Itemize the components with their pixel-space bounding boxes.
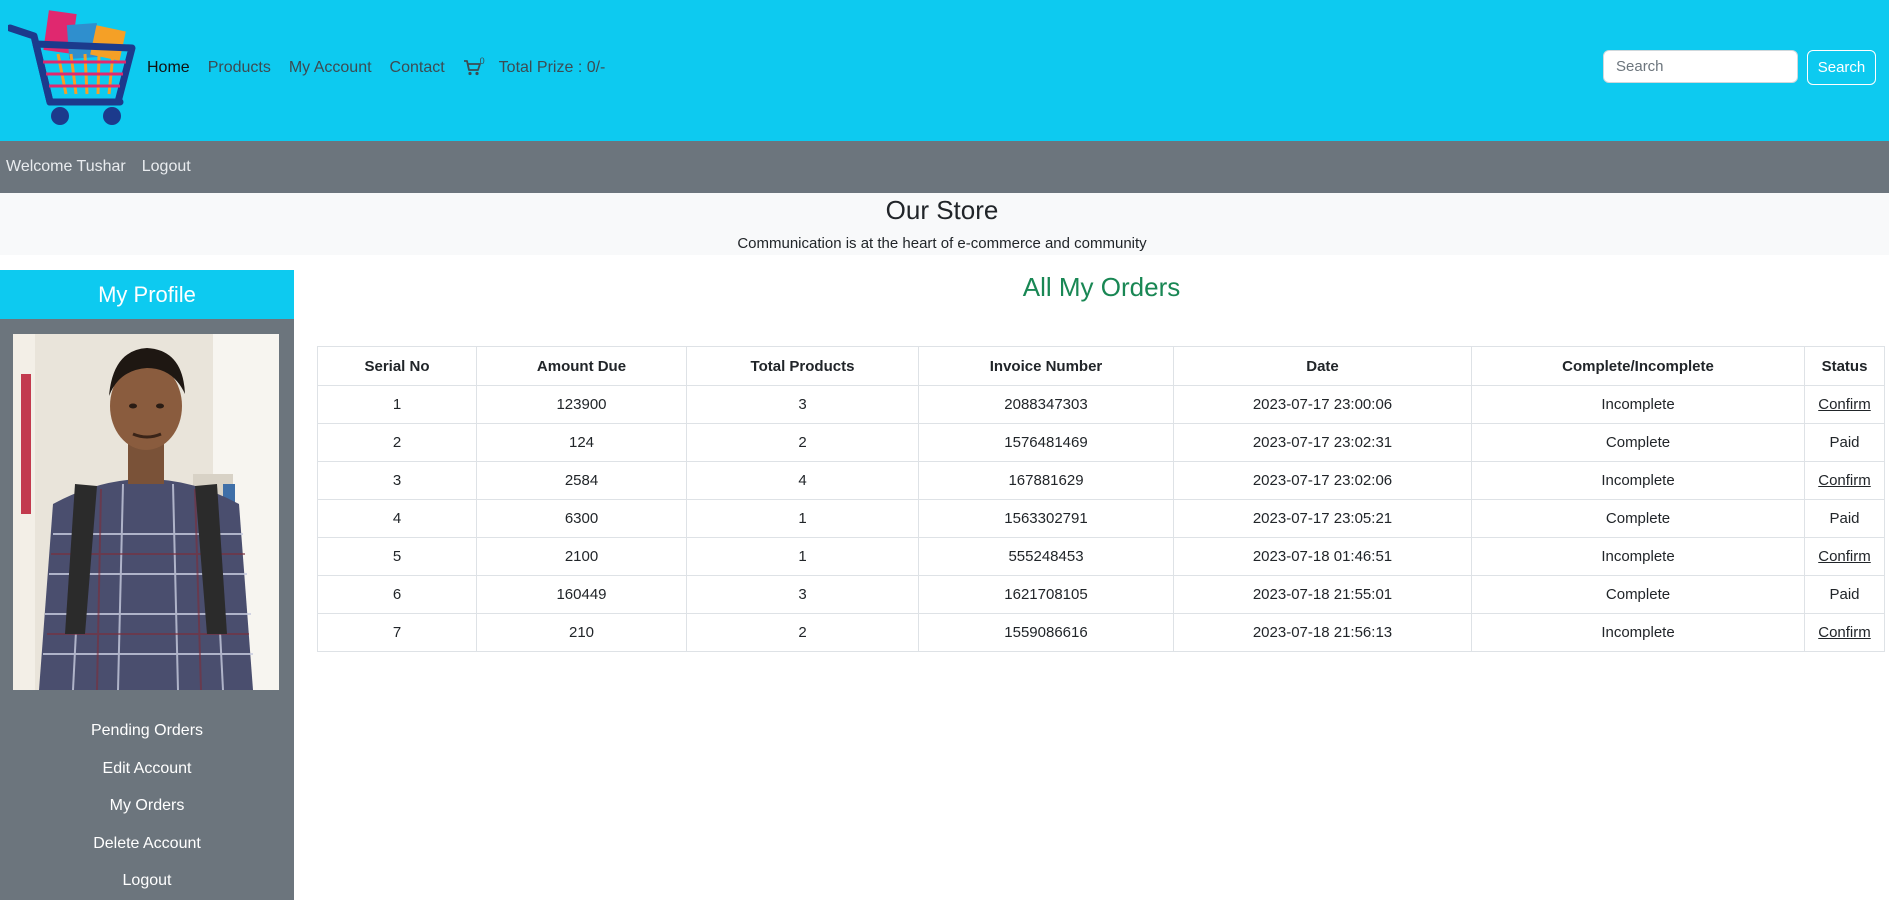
cell-serial: 6 [317, 575, 477, 614]
cell-completion: Incomplete [1471, 537, 1805, 576]
cell-serial: 5 [317, 537, 477, 576]
cell-amount: 2584 [476, 461, 687, 500]
header-date: Date [1173, 346, 1472, 386]
cell-completion: Incomplete [1471, 613, 1805, 652]
header-status: Status [1804, 346, 1885, 386]
table-row: 5 2100 1 555248453 2023-07-18 01:46:51 I… [317, 537, 1885, 576]
table-row: 6 160449 3 1621708105 2023-07-18 21:55:0… [317, 575, 1885, 614]
store-title: Our Store [885, 195, 999, 225]
table-header-row: Serial No Amount Due Total Products Invo… [317, 346, 1885, 386]
cell-invoice: 555248453 [918, 537, 1174, 576]
cell-date: 2023-07-17 23:02:31 [1173, 423, 1472, 462]
search-button[interactable]: Search [1807, 50, 1876, 85]
orders-table: Serial No Amount Due Total Products Invo… [317, 346, 1885, 652]
sidebar-edit-account[interactable]: Edit Account [0, 750, 294, 788]
nav-home-link[interactable]: Home [147, 59, 190, 77]
sidebar-my-orders[interactable]: My Orders [0, 787, 294, 825]
welcome-text: Welcome Tushar [6, 158, 126, 175]
cell-products: 3 [686, 385, 919, 424]
cell-invoice: 167881629 [918, 461, 1174, 500]
confirm-link[interactable]: Confirm [1818, 472, 1871, 489]
confirm-link[interactable]: Confirm [1818, 624, 1871, 641]
nav-contact-link[interactable]: Contact [390, 59, 445, 77]
user-bar: Welcome Tushar Logout [0, 141, 1889, 193]
cell-products: 3 [686, 575, 919, 614]
cell-status: Paid [1804, 499, 1885, 538]
main-nav: Home Products My Account Contact 0 Total… [147, 56, 606, 79]
cell-completion: Complete [1471, 423, 1805, 462]
table-row: 4 6300 1 1563302791 2023-07-17 23:05:21 … [317, 499, 1885, 538]
store-header: Our Store Communication is at the heart … [0, 193, 1889, 255]
cell-completion: Incomplete [1471, 461, 1805, 500]
cell-amount: 124 [476, 423, 687, 462]
cell-status: Paid [1804, 423, 1885, 462]
cell-invoice: 1559086616 [918, 613, 1174, 652]
table-row: 3 2584 4 167881629 2023-07-17 23:02:06 I… [317, 461, 1885, 500]
cell-status: Confirm [1804, 537, 1885, 576]
orders-title: All My Orders [1022, 272, 1181, 302]
cell-serial: 4 [317, 499, 477, 538]
cell-date: 2023-07-18 21:55:01 [1173, 575, 1472, 614]
nav-my-account-link[interactable]: My Account [289, 59, 372, 77]
cell-status: Confirm [1804, 613, 1885, 652]
sidebar-logout[interactable]: Logout [0, 862, 294, 900]
cell-date: 2023-07-18 21:56:13 [1173, 613, 1472, 652]
cell-serial: 2 [317, 423, 477, 462]
cell-status: Paid [1804, 575, 1885, 614]
cell-products: 2 [686, 423, 919, 462]
cell-completion: Complete [1471, 499, 1805, 538]
header-total-products: Total Products [686, 346, 919, 386]
sidebar-pending-orders[interactable]: Pending Orders [0, 712, 294, 750]
store-tagline: Communication is at the heart of e-comme… [737, 235, 1147, 252]
sidebar-links: Pending Orders Edit Account My Orders De… [0, 712, 294, 900]
search-input[interactable] [1603, 50, 1798, 83]
confirm-link[interactable]: Confirm [1818, 548, 1871, 565]
cart-count: 0 [479, 56, 485, 66]
cell-serial: 1 [317, 385, 477, 424]
logout-link[interactable]: Logout [142, 158, 191, 176]
cell-amount: 123900 [476, 385, 687, 424]
cell-invoice: 1576481469 [918, 423, 1174, 462]
table-row: 1 123900 3 2088347303 2023-07-17 23:00:0… [317, 385, 1885, 424]
cell-amount: 160449 [476, 575, 687, 614]
sidebar-delete-account[interactable]: Delete Account [0, 825, 294, 863]
total-prize: Total Prize : 0/- [498, 59, 606, 76]
cell-serial: 7 [317, 613, 477, 652]
cell-completion: Incomplete [1471, 385, 1805, 424]
cell-date: 2023-07-17 23:02:06 [1173, 461, 1472, 500]
cart-link[interactable]: 0 [463, 56, 485, 76]
profile-photo [13, 334, 279, 690]
header-invoice-number: Invoice Number [918, 346, 1174, 386]
cell-invoice: 1621708105 [918, 575, 1174, 614]
cell-amount: 2100 [476, 537, 687, 576]
confirm-link[interactable]: Confirm [1818, 396, 1871, 413]
table-row: 2 124 2 1576481469 2023-07-17 23:02:31 C… [317, 423, 1885, 462]
sidebar-title: My Profile [0, 270, 294, 319]
top-navbar: Home Products My Account Contact 0 Total… [0, 0, 1889, 141]
cell-serial: 3 [317, 461, 477, 500]
cell-invoice: 2088347303 [918, 385, 1174, 424]
cell-invoice: 1563302791 [918, 499, 1174, 538]
shopping-cart-logo[interactable] [8, 10, 142, 127]
cart-icon [463, 60, 481, 76]
cell-products: 1 [686, 537, 919, 576]
profile-sidebar: My Profile Pending Orders Edit Account M… [0, 270, 294, 900]
cell-products: 1 [686, 499, 919, 538]
cell-products: 4 [686, 461, 919, 500]
cell-status: Confirm [1804, 461, 1885, 500]
cell-status: Confirm [1804, 385, 1885, 424]
cell-amount: 210 [476, 613, 687, 652]
cell-date: 2023-07-18 01:46:51 [1173, 537, 1472, 576]
cell-completion: Complete [1471, 575, 1805, 614]
table-row: 7 210 2 1559086616 2023-07-18 21:56:13 I… [317, 613, 1885, 652]
cell-amount: 6300 [476, 499, 687, 538]
header-complete-incomplete: Complete/Incomplete [1471, 346, 1805, 386]
cell-products: 2 [686, 613, 919, 652]
header-amount-due: Amount Due [476, 346, 687, 386]
header-serial-no: Serial No [317, 346, 477, 386]
nav-products-link[interactable]: Products [208, 59, 271, 77]
cell-date: 2023-07-17 23:00:06 [1173, 385, 1472, 424]
cell-date: 2023-07-17 23:05:21 [1173, 499, 1472, 538]
